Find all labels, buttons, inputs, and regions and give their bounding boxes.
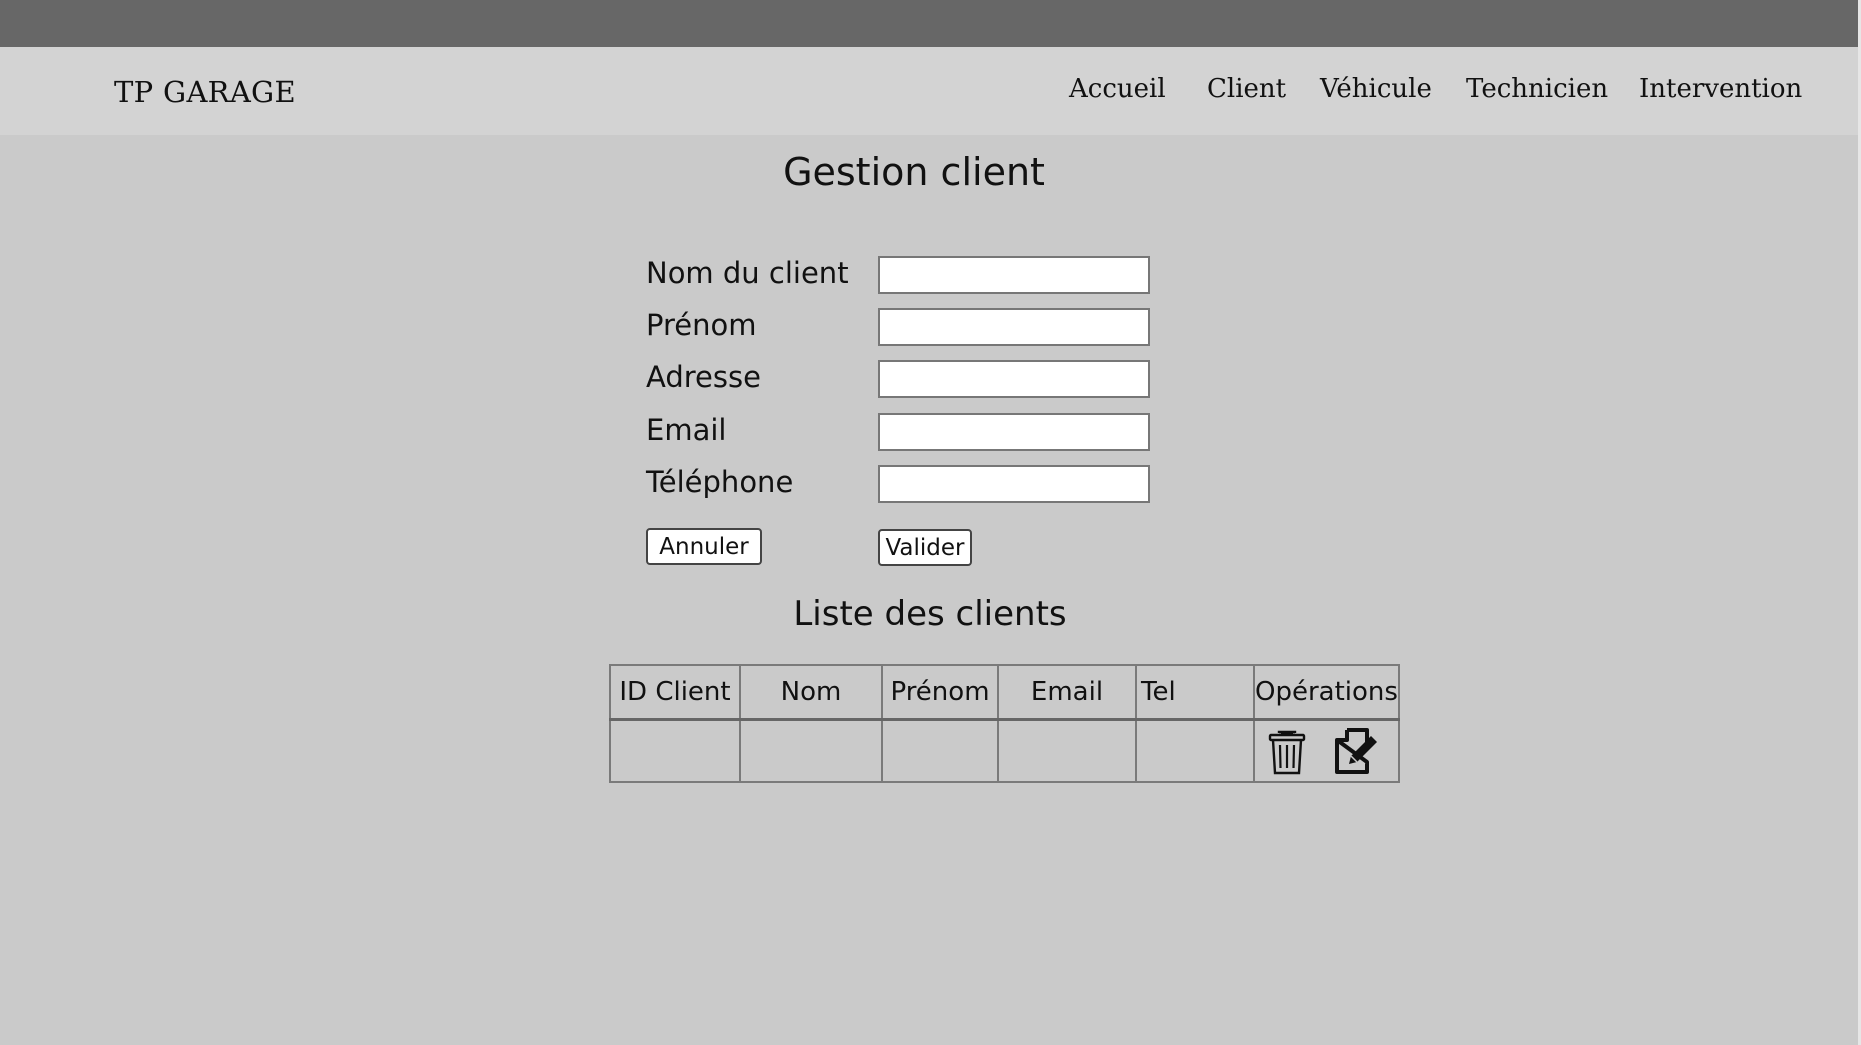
column-header-email: Email: [997, 664, 1137, 721]
nav-link-client[interactable]: Client: [1207, 74, 1286, 104]
cancel-button[interactable]: Annuler: [646, 528, 762, 565]
column-header-id: ID Client: [609, 664, 741, 721]
email-input[interactable]: [878, 413, 1150, 451]
page-title: Gestion client: [783, 150, 1045, 194]
prenom-input[interactable]: [878, 308, 1150, 346]
nav-link-technicien[interactable]: Technicien: [1466, 74, 1608, 104]
trash-icon[interactable]: [1265, 728, 1309, 776]
field-label-adresse: Adresse: [646, 360, 761, 394]
field-label-telephone: Téléphone: [646, 465, 794, 499]
navbar: TP GARAGE Accueil Client Véhicule Techni…: [0, 47, 1858, 135]
column-header-nom: Nom: [739, 664, 883, 721]
nav-link-accueil[interactable]: Accueil: [1069, 74, 1166, 104]
edit-document-icon[interactable]: [1335, 728, 1379, 776]
cell-operations: [1253, 718, 1400, 783]
field-label-nom: Nom du client: [646, 256, 849, 290]
cell-email: [997, 718, 1137, 783]
nav-link-intervention[interactable]: Intervention: [1639, 74, 1802, 104]
adresse-input[interactable]: [878, 360, 1150, 398]
table-header-row: ID Client Nom Prénom Email Tel Opération…: [609, 664, 1400, 721]
nom-input[interactable]: [878, 256, 1150, 294]
cell-id: [609, 718, 741, 783]
clients-table: ID Client Nom Prénom Email Tel Opération…: [609, 664, 1400, 783]
cell-tel: [1135, 718, 1255, 783]
nav-link-vehicule[interactable]: Véhicule: [1320, 74, 1432, 104]
table-row: [609, 718, 1400, 783]
browser-top-strip: [0, 0, 1861, 47]
column-header-tel: Tel: [1135, 664, 1255, 721]
cell-prenom: [881, 718, 999, 783]
column-header-prenom: Prénom: [881, 664, 999, 721]
telephone-input[interactable]: [878, 465, 1150, 503]
brand-logo[interactable]: TP GARAGE: [114, 75, 296, 109]
list-title: Liste des clients: [793, 594, 1067, 634]
cell-nom: [739, 718, 883, 783]
submit-button[interactable]: Valider: [878, 529, 972, 566]
column-header-operations: Opérations: [1253, 664, 1400, 721]
field-label-prenom: Prénom: [646, 308, 757, 342]
field-label-email: Email: [646, 413, 727, 447]
